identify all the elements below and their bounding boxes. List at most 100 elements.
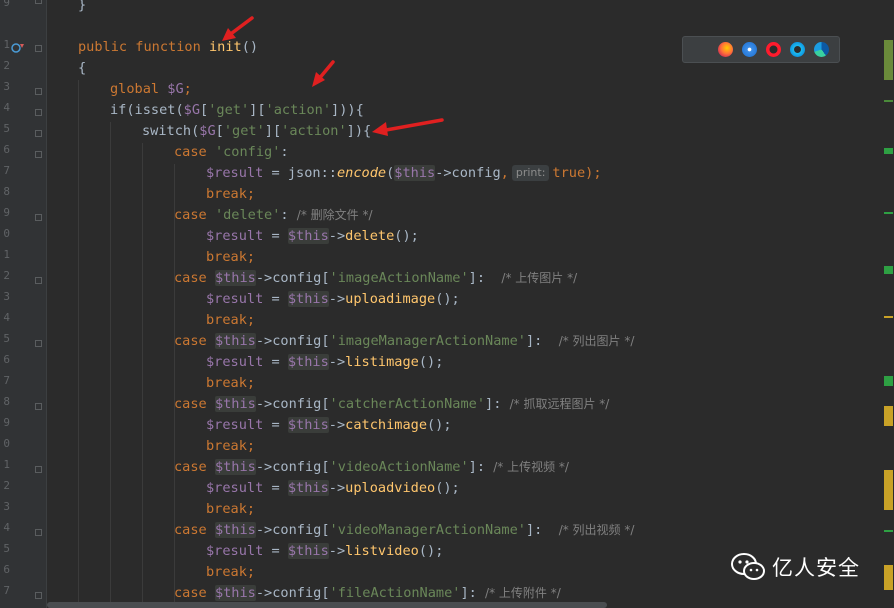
opera-icon[interactable] xyxy=(765,42,781,57)
fold-marker-icon[interactable] xyxy=(35,403,42,410)
line-number: 6 xyxy=(3,143,10,156)
annotation-arrow xyxy=(372,118,444,136)
parameter-hint: print: xyxy=(511,165,550,181)
line-number: 1 xyxy=(3,248,10,261)
code-line-case: case $this->config['imageManagerActionNa… xyxy=(174,333,635,349)
line-number: 6 xyxy=(3,563,10,576)
fold-marker-icon[interactable] xyxy=(35,109,42,116)
scroll-marker xyxy=(884,530,893,532)
line-number: 5 xyxy=(3,542,10,555)
watermark-text: 亿人安全 xyxy=(772,556,860,580)
scroll-marker xyxy=(884,266,893,274)
code-line: break; xyxy=(206,375,256,391)
line-number: 4 xyxy=(3,101,10,114)
line-number: 2 xyxy=(3,479,10,492)
code-line: global $G; xyxy=(110,81,192,97)
code-line: $result = $this->listimage(); xyxy=(206,354,444,370)
fold-marker-icon[interactable] xyxy=(35,0,42,4)
firefox-icon[interactable] xyxy=(717,42,733,57)
fold-marker-icon[interactable] xyxy=(35,151,42,158)
line-number: 5 xyxy=(3,332,10,345)
annotation-arrow xyxy=(312,60,335,87)
scroll-marker xyxy=(884,100,893,102)
code-line: $result = $this->uploadimage(); xyxy=(206,291,460,307)
line-number xyxy=(0,13,10,34)
safari-icon[interactable] xyxy=(741,42,757,57)
line-number: 1 xyxy=(3,38,10,51)
code-line: break; xyxy=(206,249,256,265)
code-editor[interactable]: } public function init() { global $G; if… xyxy=(47,0,874,608)
code-line-case: case $this->config['videoActionName']: /… xyxy=(174,459,569,475)
code-line: $result = $this->delete(); xyxy=(206,228,419,244)
edge-icon[interactable] xyxy=(813,42,829,57)
code-line-case: case $this->config['imageActionName']: /… xyxy=(174,270,578,286)
scroll-marker xyxy=(884,565,893,590)
scroll-marker xyxy=(884,316,893,318)
fold-marker-icon[interactable] xyxy=(35,214,42,221)
watermark: 亿人安全 xyxy=(730,550,860,584)
line-number: 3 xyxy=(3,500,10,513)
line-number: 4 xyxy=(3,521,10,534)
scroll-marker xyxy=(884,376,893,386)
indent-guide xyxy=(110,122,111,608)
code-line: } xyxy=(78,0,87,13)
line-number: 4 xyxy=(3,311,10,324)
code-line-switch: switch($G['get']['action']){ xyxy=(142,123,372,139)
line-number: 2 xyxy=(3,269,10,282)
chrome-icon[interactable] xyxy=(694,42,709,57)
indent-guide xyxy=(142,143,143,608)
indent-guide xyxy=(174,164,175,608)
code-line-case: case $this->config['catcherActionName']:… xyxy=(174,396,610,412)
code-line: $result = $this->listvideo(); xyxy=(206,543,444,559)
line-number: 7 xyxy=(3,164,10,177)
line-number: 8 xyxy=(3,185,10,198)
code-line: break; xyxy=(206,564,256,580)
fold-marker-icon[interactable] xyxy=(35,88,42,95)
fold-marker-icon[interactable] xyxy=(35,45,42,52)
code-line: break; xyxy=(206,438,256,454)
line-number: 3 xyxy=(3,290,10,303)
scroll-marker xyxy=(884,212,893,214)
code-line: break; xyxy=(206,186,256,202)
fold-marker-icon[interactable] xyxy=(35,592,42,599)
scroll-marker xyxy=(884,40,893,80)
line-number-gutter: 9 1 2 3 4 5 6 7 8 9 0 1 2 3 4 5 6 7 8 9 0 1 2 3 4 5 6 7 xyxy=(0,0,47,608)
fold-marker-icon[interactable] xyxy=(35,340,42,347)
fold-marker-icon[interactable] xyxy=(35,529,42,536)
fold-marker-icon[interactable] xyxy=(35,466,42,473)
line-number: 9 xyxy=(3,0,10,9)
fold-marker-icon[interactable] xyxy=(35,277,42,284)
code-line-if: if(isset($G['get']['action'])){ xyxy=(110,102,364,118)
error-stripe[interactable] xyxy=(882,0,894,608)
line-number: 3 xyxy=(3,80,10,93)
code-line: break; xyxy=(206,501,256,517)
fold-marker-icon[interactable] xyxy=(35,130,42,137)
ie-icon[interactable] xyxy=(789,42,805,57)
code-line: break; xyxy=(206,312,256,328)
scroll-marker xyxy=(884,406,893,426)
override-method-icon[interactable] xyxy=(11,42,25,54)
indent-guide xyxy=(78,80,79,608)
line-number: 8 xyxy=(3,395,10,408)
line-number: 1 xyxy=(3,458,10,471)
line-number: 0 xyxy=(3,437,10,450)
line-number: 6 xyxy=(3,353,10,366)
code-line: $result = $this->catchimage(); xyxy=(206,417,452,433)
line-number: 5 xyxy=(3,122,10,135)
code-line: $result = json::encode($this->config, pri… xyxy=(206,165,602,181)
horizontal-scrollbar[interactable] xyxy=(47,602,607,608)
scroll-marker xyxy=(884,470,893,510)
line-number: 7 xyxy=(3,584,10,597)
line-number: 2 xyxy=(3,59,10,72)
annotation-arrow xyxy=(222,16,254,41)
code-line-case: case 'config': xyxy=(174,144,289,160)
browser-preview-toolbar xyxy=(682,36,840,63)
code-line-case: case 'delete': /* 删除文件 */ xyxy=(174,207,373,223)
line-number: 9 xyxy=(3,206,10,219)
line-number: 7 xyxy=(3,374,10,387)
code-line-case: case $this->config['fileActionName']: /*… xyxy=(174,585,561,601)
wechat-icon xyxy=(731,553,765,580)
code-line-case: case $this->config['videoManagerActionNa… xyxy=(174,522,635,538)
line-number: 9 xyxy=(3,416,10,429)
line-number: 0 xyxy=(3,227,10,240)
